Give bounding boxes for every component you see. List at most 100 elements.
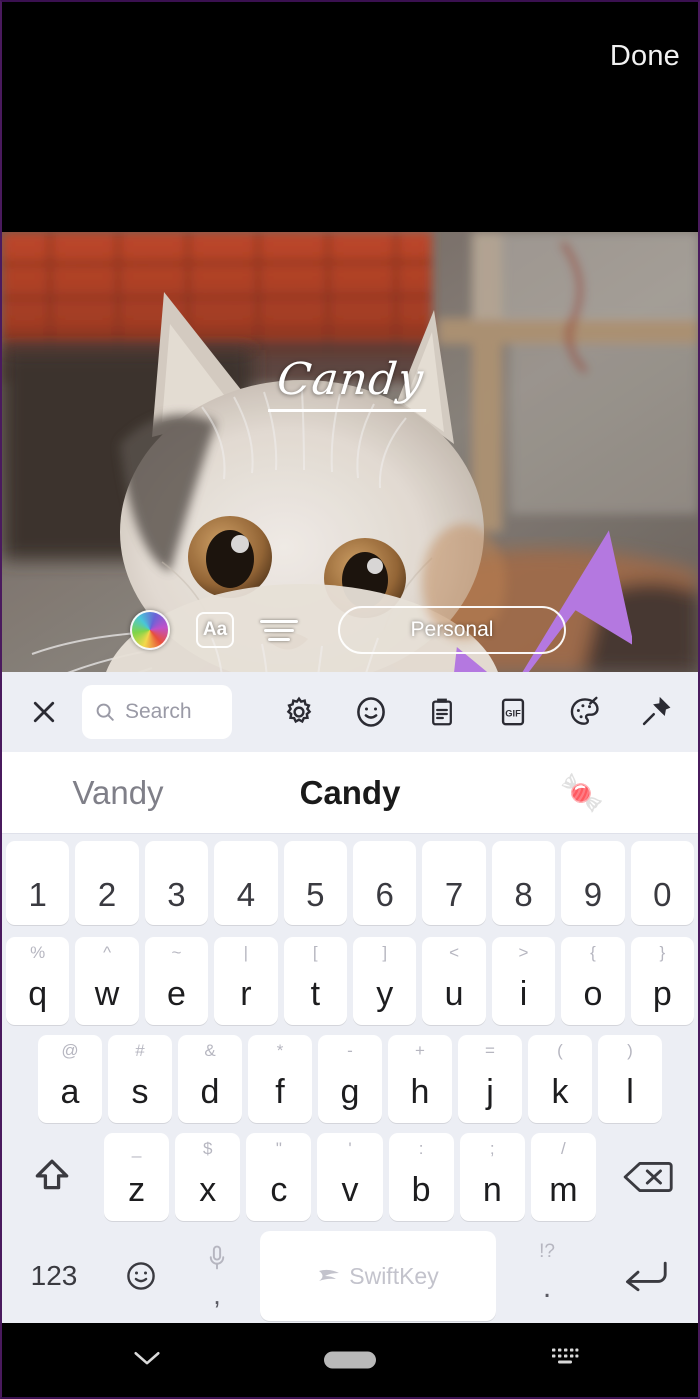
close-icon[interactable] (18, 686, 70, 738)
key-7[interactable]: 7 (422, 841, 486, 925)
key-q[interactable]: % q (5, 937, 70, 1025)
key-e[interactable]: ~ e (144, 937, 209, 1025)
backspace-icon[interactable] (602, 1133, 694, 1221)
font-style-button[interactable]: Aa (196, 612, 234, 648)
key-label: b (411, 1171, 431, 1209)
prediction-candidate-2[interactable]: Candy (234, 774, 466, 812)
clipboard-icon[interactable] (416, 686, 468, 738)
svg-text:GIF: GIF (506, 709, 522, 719)
privacy-audience-button[interactable]: Personal (338, 606, 566, 654)
prediction-candidate-3[interactable]: 🍬 (466, 772, 698, 814)
search-input[interactable]: Search (82, 685, 232, 739)
key-o[interactable]: {o (561, 937, 625, 1025)
key-5[interactable]: 5 (283, 841, 347, 925)
gif-icon[interactable]: GIF (487, 686, 539, 738)
key-label: d (200, 1073, 220, 1111)
key-2[interactable]: 2 (75, 841, 139, 925)
gear-icon[interactable] (273, 686, 325, 738)
key-9[interactable]: 9 (561, 841, 625, 925)
key-4[interactable]: 4 (214, 841, 278, 925)
key-k[interactable]: (k (528, 1035, 592, 1123)
key-w[interactable]: ^ w (75, 937, 139, 1025)
key-f[interactable]: * f (248, 1035, 312, 1123)
keyboard-row-bottom: _ z $ x " c ' v :b ; n / m (2, 1128, 698, 1226)
key-label: s (131, 1073, 149, 1111)
key-label: o (583, 975, 603, 1013)
key-alt: { (590, 943, 596, 962)
key-label: h (410, 1073, 430, 1111)
smiley-icon[interactable] (345, 686, 397, 738)
key-label: m (549, 1171, 578, 1209)
key-6[interactable]: 6 (353, 841, 417, 925)
text-align-icon[interactable] (260, 613, 298, 647)
story-photo-area[interactable]: Candy Aa Personal (2, 232, 698, 672)
comma-key[interactable]: , (180, 1231, 254, 1321)
key-alt: } (659, 943, 666, 962)
key-alt: ~ (171, 943, 182, 962)
key-s[interactable]: # s (108, 1035, 172, 1123)
key-g[interactable]: -g (318, 1035, 382, 1123)
key-alt: ) (627, 1041, 633, 1060)
comma-label: , (213, 1280, 221, 1310)
key-8[interactable]: 8 (491, 841, 556, 925)
key-u[interactable]: < u (422, 937, 486, 1025)
keyboard-switch-icon[interactable] (550, 1346, 580, 1375)
key-r[interactable]: | r (214, 937, 278, 1025)
chevron-down-icon[interactable] (130, 1347, 164, 1374)
key-alt: ; (489, 1139, 495, 1158)
key-alt: & (204, 1041, 216, 1060)
key-d[interactable]: & d (178, 1035, 242, 1123)
enter-icon[interactable] (598, 1231, 694, 1321)
key-1[interactable]: 1 (5, 841, 70, 925)
key-alt: # (135, 1041, 145, 1060)
key-x[interactable]: $ x (175, 1133, 241, 1221)
pin-icon[interactable] (630, 686, 682, 738)
key-l[interactable]: ) l (598, 1035, 662, 1123)
key-label: e (167, 975, 186, 1013)
key-h[interactable]: + h (388, 1035, 452, 1123)
period-key[interactable]: !? . (502, 1231, 592, 1321)
key-y[interactable]: ] y (353, 937, 417, 1025)
prediction-bar: Vandy Candy 🍬 (2, 752, 698, 834)
key-label: 1 (28, 876, 47, 913)
editor-top-bar: Done (2, 2, 698, 232)
system-navigation-bar (2, 1323, 698, 1397)
shift-icon[interactable] (6, 1133, 98, 1221)
key-z[interactable]: _ z (104, 1133, 170, 1221)
key-label: q (28, 975, 48, 1013)
key-t[interactable]: [t (283, 937, 347, 1025)
key-b[interactable]: :b (388, 1133, 454, 1221)
key-v[interactable]: ' v (317, 1133, 383, 1221)
done-button[interactable]: Done (610, 40, 680, 73)
spacebar[interactable]: SwiftKey (260, 1231, 496, 1321)
key-p[interactable]: } p (630, 937, 695, 1025)
prediction-candidate-1[interactable]: Vandy (2, 774, 234, 812)
key-label: c (270, 1171, 288, 1209)
key-label: t (310, 975, 321, 1013)
home-pill[interactable] (324, 1351, 376, 1369)
palette-icon[interactable] (559, 686, 611, 738)
key-3[interactable]: 3 (144, 841, 209, 925)
key-label: u (444, 975, 464, 1013)
key-alt: % (30, 943, 46, 962)
key-j[interactable]: = j (458, 1035, 522, 1123)
key-n[interactable]: ; n (459, 1133, 525, 1221)
swiftkey-keyboard: Search GIF Vandy Candy 🍬 1 2 3 4 5 6 7 8… (2, 672, 698, 1327)
key-alt: | (243, 943, 249, 962)
key-alt: @ (61, 1041, 79, 1060)
keyboard-row-home: @ a # s & d * f -g + h = j (k ) l (2, 1030, 698, 1128)
numeric-layout-button[interactable]: 123 (6, 1231, 102, 1321)
key-i[interactable]: > i (491, 937, 556, 1025)
color-wheel-icon[interactable] (130, 610, 170, 650)
key-alt: < (449, 943, 460, 962)
period-alt-label: !? (539, 1241, 555, 1262)
key-m[interactable]: / m (530, 1133, 596, 1221)
period-label: . (542, 1271, 552, 1304)
key-c[interactable]: " c (246, 1133, 312, 1221)
key-label: k (551, 1073, 569, 1111)
key-alt: * (276, 1041, 284, 1060)
key-0[interactable]: 0 (630, 841, 695, 925)
emoji-icon[interactable] (108, 1231, 174, 1321)
key-a[interactable]: @ a (38, 1035, 102, 1123)
key-label: g (340, 1073, 360, 1111)
